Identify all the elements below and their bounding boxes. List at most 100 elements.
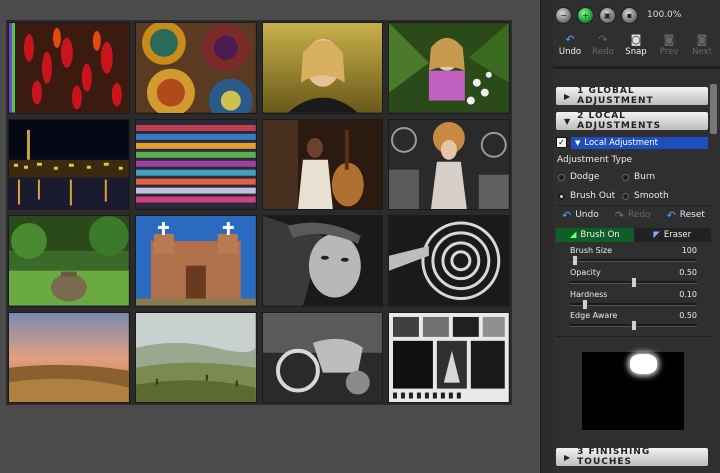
radio-dodge-label: Dodge (570, 172, 600, 182)
finishing-touches-title: 3 FINISHING TOUCHES (577, 447, 651, 467)
next-label: Next (692, 47, 712, 57)
thumbnail-sunset-field[interactable] (8, 311, 130, 403)
brush-size-label: Brush Size (570, 246, 613, 255)
brush-icon: ◢ (569, 230, 577, 240)
layer-checkbox[interactable]: ✓ (556, 137, 567, 148)
edge-aware-label-row: Edge Aware 0.50 (570, 311, 697, 320)
brush-size-knob[interactable] (572, 255, 578, 266)
thumbnail-pottery-plates[interactable] (134, 22, 257, 114)
undo-label: Undo (558, 47, 582, 57)
local-redo-icon[interactable]: ↷ (615, 209, 624, 222)
snap-button[interactable]: ◙ Snap (621, 33, 651, 63)
thumbnail-bw-face[interactable] (261, 215, 384, 307)
tab-brush-on[interactable]: ◢ Brush On (556, 228, 634, 242)
local-adjustment-item[interactable]: ✓ ▼ Local Adjustment (556, 136, 708, 149)
radio-brush-out[interactable]: Brush Out (558, 191, 615, 201)
edge-aware-label: Edge Aware (570, 311, 618, 320)
brush-size-slider[interactable] (570, 255, 697, 266)
edge-aware-value: 0.50 (679, 311, 697, 320)
hardness-knob[interactable] (582, 299, 588, 310)
brush-size-value: 100 (681, 246, 697, 255)
undo-icon: ↶ (565, 33, 575, 46)
thumbnail-garden-urn[interactable] (8, 215, 130, 307)
actual-size-button[interactable]: ▪ (621, 6, 638, 24)
view-controls: − + ▣ ▪ 100.0% (553, 0, 720, 30)
thumbnail-city-night[interactable] (8, 118, 130, 210)
tab-eraser[interactable]: ◤ Eraser (633, 228, 711, 242)
global-adjustment-title: 1 GLOBAL ADJUSTMENT (577, 86, 654, 106)
thumbnail-bw-motorcycle[interactable] (261, 311, 384, 403)
prev-label: Prev (659, 47, 679, 57)
edge-aware-knob[interactable] (631, 320, 637, 331)
local-adjustment-row[interactable]: ▼ Local Adjustment (571, 136, 708, 149)
expand-arrow-icon: ▶ (564, 452, 572, 462)
undo-button[interactable]: ↶ Undo (555, 33, 585, 63)
canvas-scrollbar[interactable] (540, 0, 554, 473)
thumbnail-fashion-curls[interactable] (388, 118, 510, 210)
panel-scrollbar-thumb[interactable] (710, 84, 717, 134)
thumbnail-colored-threads[interactable] (134, 118, 257, 210)
toolbar-divider (553, 66, 720, 69)
zoom-in-button[interactable]: + (577, 6, 594, 24)
redo-button[interactable]: ↷ Redo (588, 33, 618, 63)
radio-dot-selected (558, 192, 565, 200)
thumbnail-girl-flowers[interactable] (388, 22, 510, 114)
plus-icon: + (582, 10, 589, 20)
prev-button[interactable]: ◙ Prev (654, 33, 684, 63)
thumbnail-chili-peppers[interactable] (8, 22, 130, 114)
tab-brush-on-label: Brush On (580, 230, 620, 240)
minus-icon: − (560, 10, 567, 20)
next-button[interactable]: ◙ Next (687, 33, 717, 63)
opacity-knob[interactable] (631, 277, 637, 288)
radio-burn-label: Burn (634, 172, 656, 182)
thumbnail-grid (6, 20, 512, 405)
radio-burn[interactable]: Burn (622, 172, 655, 182)
reset-icon[interactable]: ↶ (667, 209, 676, 222)
brush-mode-tabs: ◢ Brush On ◤ Eraser (556, 228, 711, 242)
global-adjustment-header[interactable]: ▶ 1 GLOBAL ADJUSTMENT (556, 86, 708, 106)
redo-label: Redo (592, 47, 614, 57)
redo-icon: ↷ (598, 33, 608, 46)
snap-label: Snap (625, 47, 647, 57)
mask-preview (582, 352, 684, 430)
hardness-label-row: Hardness 0.10 (570, 290, 697, 299)
opacity-value: 0.50 (679, 268, 697, 277)
zoom-out-button[interactable]: − (555, 6, 572, 24)
finishing-touches-header[interactable]: ▶ 3 FINISHING TOUCHES (556, 447, 708, 467)
local-adjustment-name: Local Adjustment (584, 137, 658, 148)
radio-dot (558, 173, 565, 181)
local-undo-button[interactable]: Undo (575, 210, 599, 220)
thumbnail-woman-portrait[interactable] (261, 22, 384, 114)
radio-smooth-label: Smooth (634, 191, 669, 201)
radio-brush-out-label: Brush Out (570, 191, 616, 201)
reset-button[interactable]: Reset (680, 210, 705, 220)
local-adjustments-title: 2 LOCAL ADJUSTMENTS (577, 111, 662, 131)
next-icon: ◙ (696, 33, 708, 46)
local-undo-icon[interactable]: ↶ (562, 209, 571, 222)
thumbnail-spiral-stairs[interactable] (388, 215, 510, 307)
thumbnail-adobe-church[interactable] (134, 215, 257, 307)
local-undo-row: ↶ Undo ↷ Redo ↶ Reset (556, 207, 711, 223)
tab-eraser-label: Eraser (663, 230, 692, 240)
local-redo-button[interactable]: Redo (628, 210, 651, 220)
expand-arrow-icon: ▶ (564, 91, 572, 101)
opacity-slider[interactable] (570, 277, 697, 288)
radio-dodge[interactable]: Dodge (558, 172, 599, 182)
thumbnail-tuscany-hills[interactable] (134, 311, 257, 403)
dropdown-arrow-icon: ▼ (575, 138, 581, 147)
mask-preview-spot (630, 354, 657, 374)
fit-view-button[interactable]: ▣ (599, 6, 616, 24)
radio-smooth[interactable]: Smooth (622, 191, 669, 201)
camera-icon: ◙ (630, 33, 642, 46)
collapse-arrow-icon: ▼ (564, 116, 572, 126)
local-adjustments-header[interactable]: ▼ 2 LOCAL ADJUSTMENTS (556, 111, 708, 131)
thumbnail-musician-bass[interactable] (261, 118, 384, 210)
eraser-icon: ◤ (653, 230, 660, 240)
thumbnail-bw-collage[interactable] (388, 311, 510, 403)
edge-aware-slider[interactable] (570, 320, 697, 331)
prev-icon: ◙ (663, 33, 675, 46)
brush-size-label-row: Brush Size 100 (570, 246, 697, 255)
one-to-one-icon: ▪ (626, 10, 633, 20)
divider (556, 336, 711, 337)
hardness-slider[interactable] (570, 299, 697, 310)
